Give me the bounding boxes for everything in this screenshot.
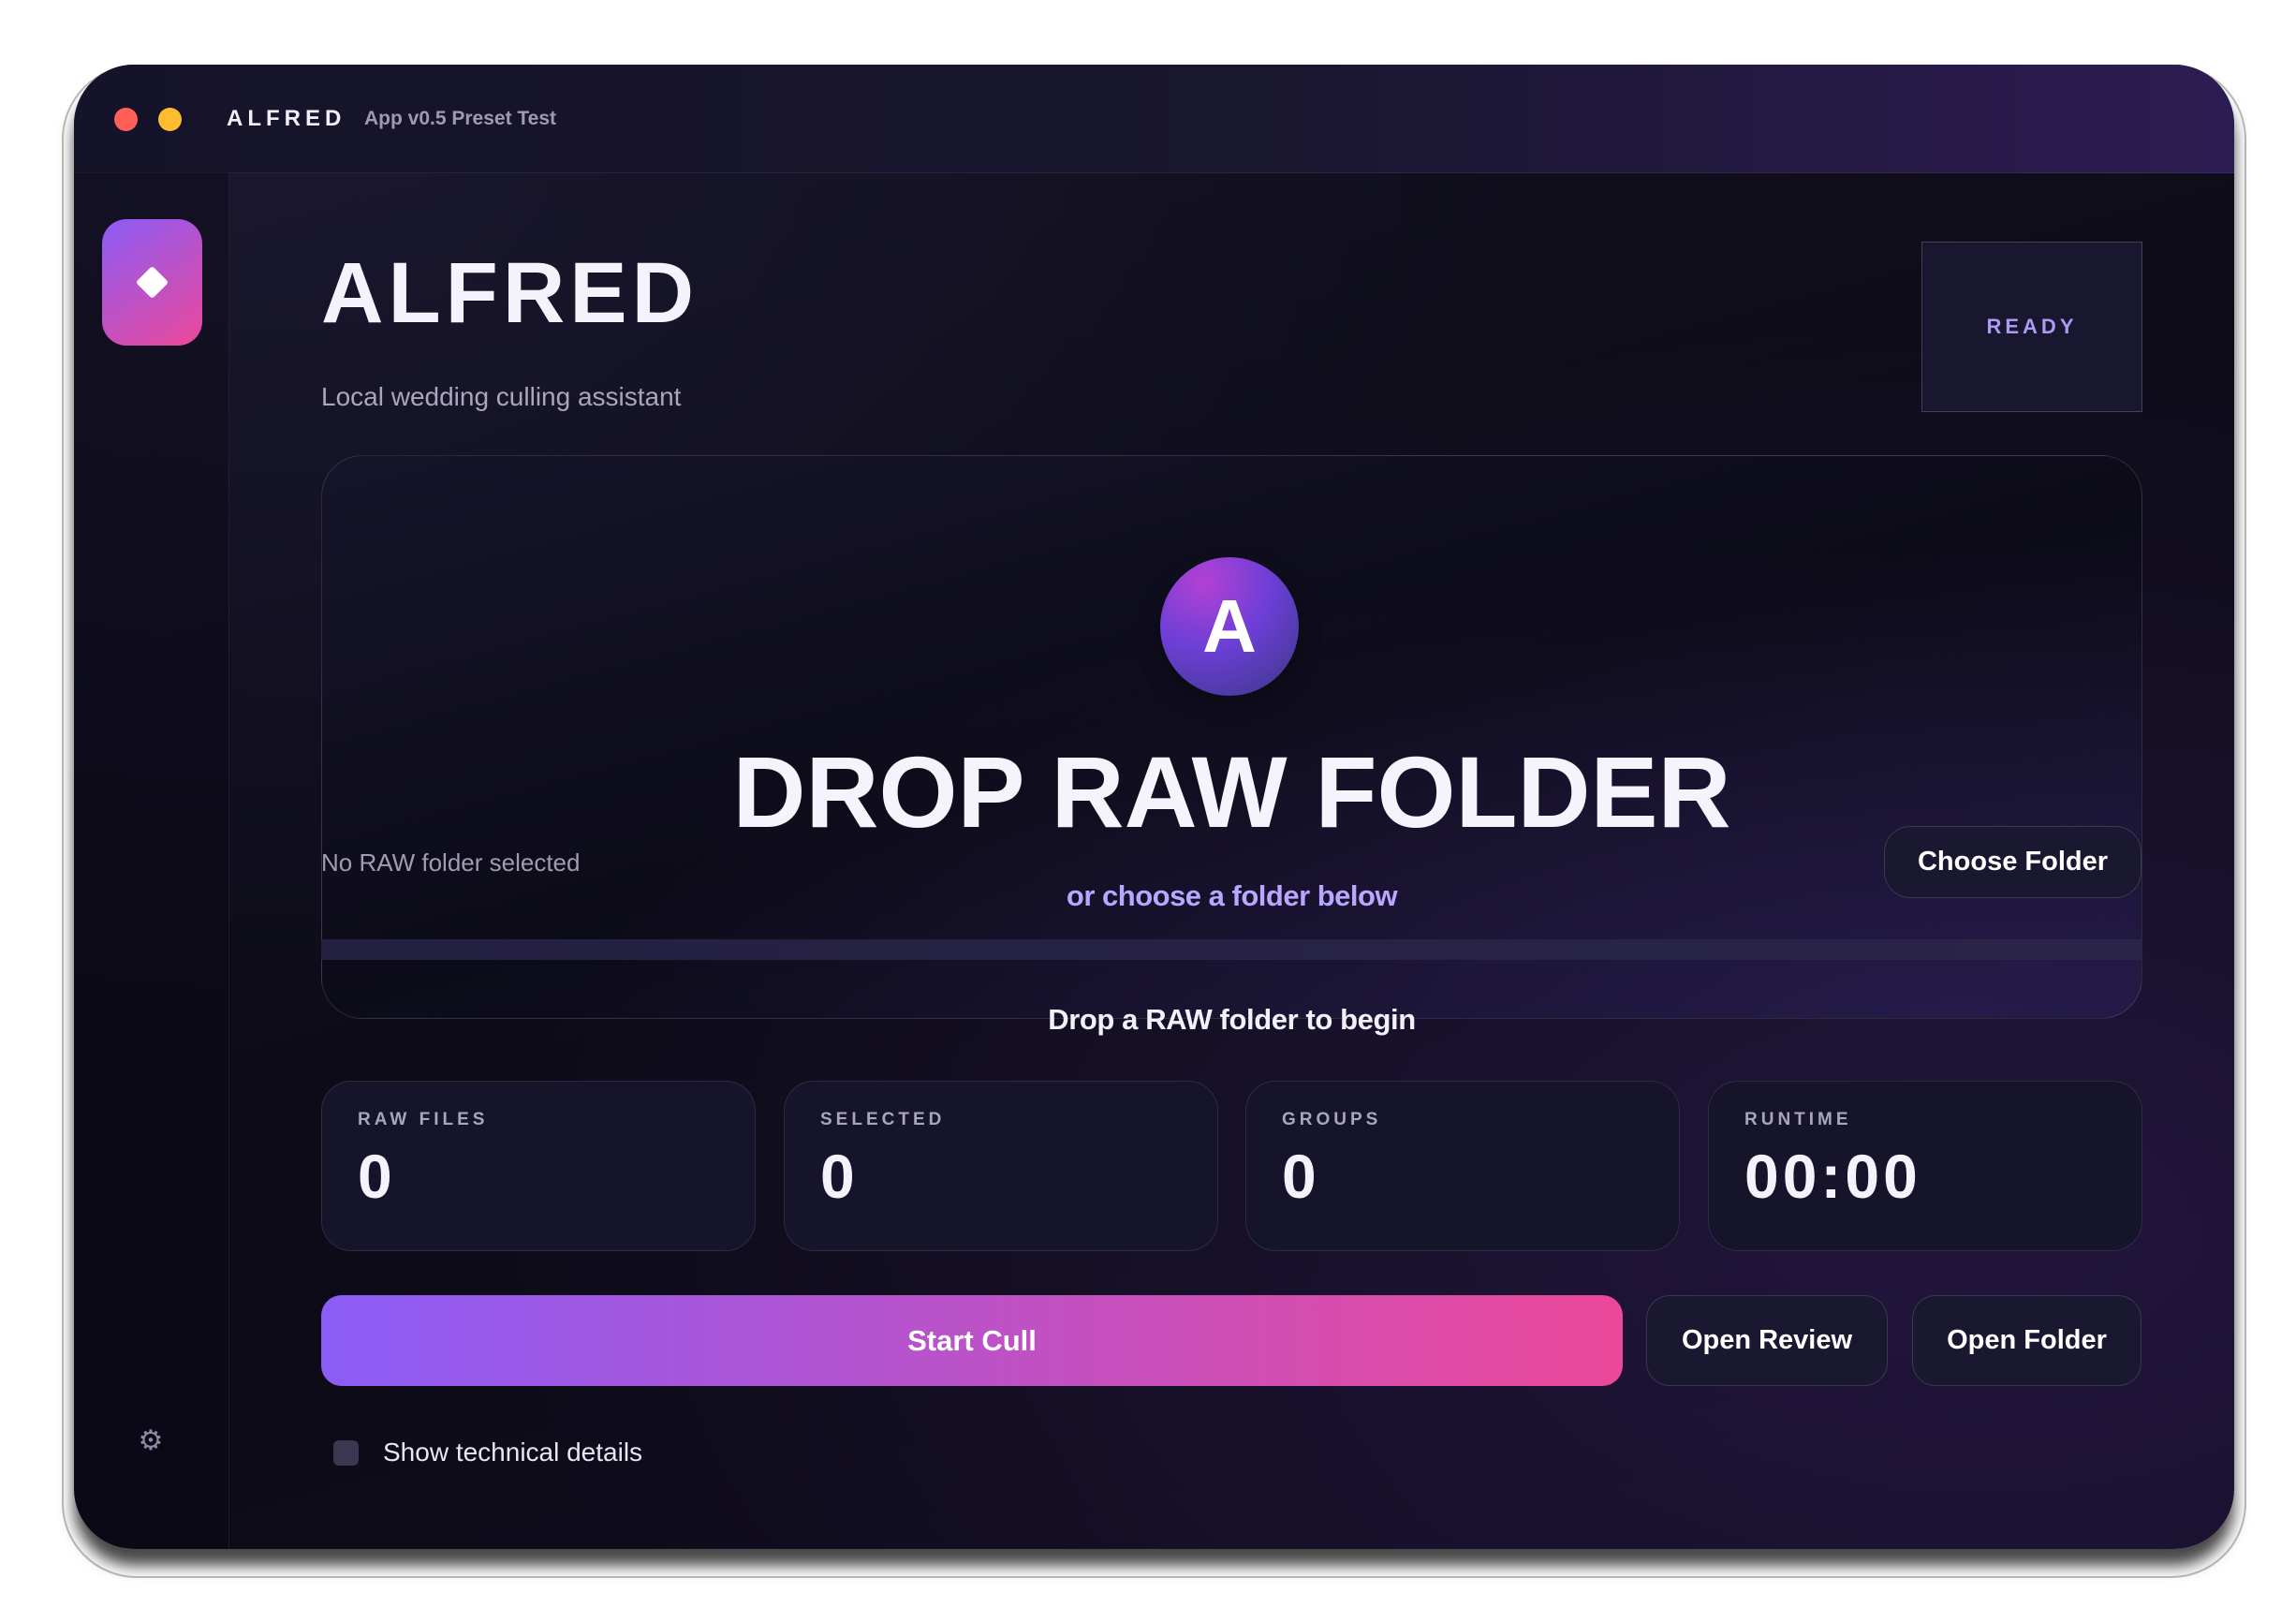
stat-card-runtime: RUNTIME 00:00 bbox=[1708, 1081, 2142, 1251]
dropzone-message: Drop a RAW folder to begin bbox=[1048, 1003, 1416, 1036]
app-version: App v0.5 Preset Test bbox=[364, 108, 557, 129]
app-logo[interactable] bbox=[102, 219, 202, 346]
title-bar[interactable]: ALFRED App v0.5 Preset Test bbox=[74, 65, 2234, 173]
page-tagline: Local wedding culling assistant bbox=[321, 382, 682, 411]
dropzone-avatar: A bbox=[1160, 557, 1299, 696]
technical-details-label[interactable]: Show technical details bbox=[383, 1438, 642, 1467]
stat-value: 00:00 bbox=[1744, 1142, 1921, 1211]
choose-folder-button[interactable]: Choose Folder bbox=[1884, 826, 2141, 898]
open-folder-button[interactable]: Open Folder bbox=[1912, 1295, 2141, 1386]
diamond-icon bbox=[135, 265, 169, 300]
choose-folder-label: Choose Folder bbox=[1917, 847, 2108, 877]
open-review-label: Open Review bbox=[1681, 1325, 1853, 1355]
stat-label: SELECTED bbox=[820, 1110, 946, 1129]
stat-value: 0 bbox=[820, 1142, 859, 1211]
stat-label: GROUPS bbox=[1282, 1110, 1382, 1129]
stat-card-selected: SELECTED 0 bbox=[784, 1081, 1218, 1251]
avatar-letter: A bbox=[1202, 584, 1257, 668]
gear-icon[interactable]: ⚙ bbox=[136, 1426, 166, 1456]
status-label: READY bbox=[1986, 315, 2078, 338]
progress-bar bbox=[321, 939, 2142, 960]
stat-card-groups: GROUPS 0 bbox=[1245, 1081, 1680, 1251]
minimize-window-button[interactable] bbox=[158, 108, 182, 131]
dropzone-hint: or choose a folder below bbox=[1066, 879, 1398, 912]
technical-details-checkbox[interactable] bbox=[333, 1440, 359, 1466]
stat-value: 0 bbox=[1282, 1142, 1320, 1211]
close-window-button[interactable] bbox=[114, 108, 138, 131]
folder-status: No RAW folder selected bbox=[321, 848, 581, 877]
app-name: ALFRED bbox=[227, 106, 346, 131]
status-badge: READY bbox=[1921, 242, 2142, 412]
dropzone-headline: DROP RAW FOLDER bbox=[732, 735, 1731, 848]
stat-label: RUNTIME bbox=[1744, 1110, 1852, 1129]
stat-card-raw-files: RAW FILES 0 bbox=[321, 1081, 756, 1251]
start-cull-label: Start Cull bbox=[907, 1323, 1037, 1357]
stat-value: 0 bbox=[358, 1142, 396, 1211]
stat-label: RAW FILES bbox=[358, 1110, 489, 1129]
start-cull-button[interactable]: Start Cull bbox=[321, 1295, 1623, 1386]
app-window: ALFRED App v0.5 Preset Test ⚙ ALFRED Loc… bbox=[74, 65, 2234, 1549]
sidebar: ⚙ bbox=[74, 172, 229, 1549]
open-folder-label: Open Folder bbox=[1947, 1325, 2107, 1355]
page-title: ALFRED bbox=[321, 245, 699, 341]
open-review-button[interactable]: Open Review bbox=[1646, 1295, 1888, 1386]
